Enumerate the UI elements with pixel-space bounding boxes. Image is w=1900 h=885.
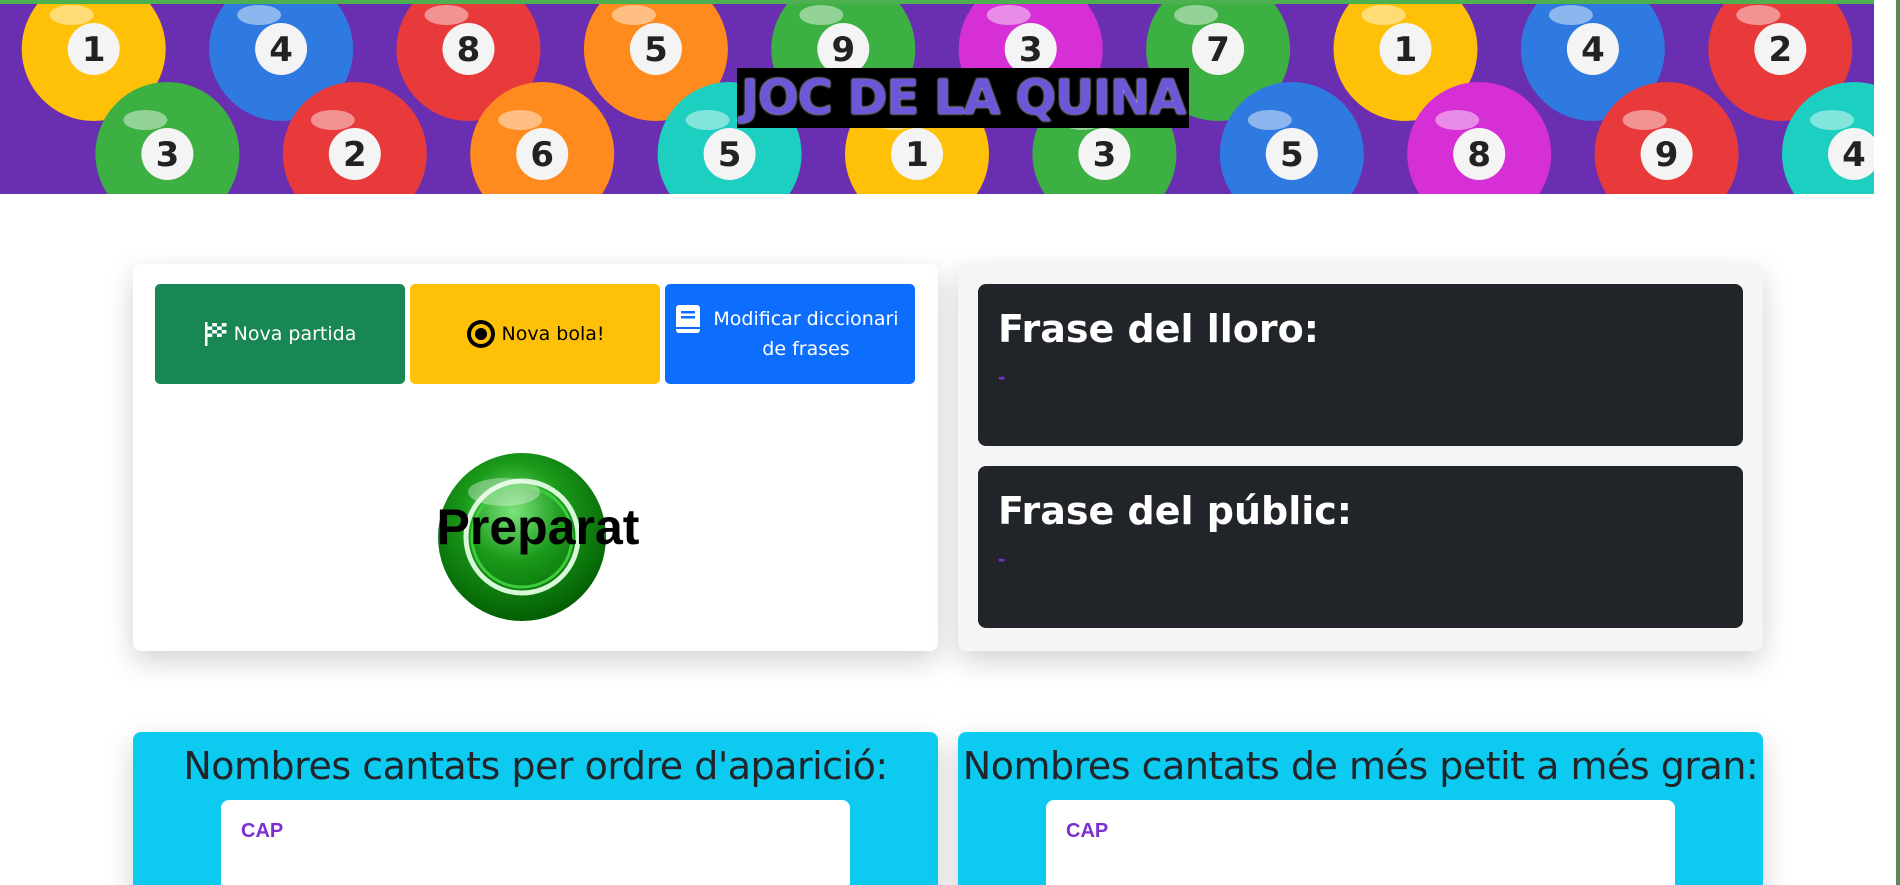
lottery-ball-number: 3 xyxy=(1019,30,1043,70)
lottery-ball-number: 5 xyxy=(644,30,668,70)
new-ball-label: Nova bola! xyxy=(501,323,605,345)
parrot-phrase-title: Frase del lloro: xyxy=(998,307,1319,351)
lottery-ball-number: 5 xyxy=(718,135,742,175)
public-phrase-panel: Frase del públic: - xyxy=(978,466,1743,628)
lottery-ball-number: 9 xyxy=(831,30,855,70)
numbers-by-order-title: Nombres cantats per ordre d'aparició: xyxy=(183,744,888,788)
lottery-ball-number: 3 xyxy=(156,135,180,175)
lottery-ball-number: 4 xyxy=(1842,135,1866,175)
new-game-label: Nova partida xyxy=(233,323,357,345)
lottery-ball-number: 4 xyxy=(269,30,293,70)
book-icon xyxy=(675,304,701,334)
record-icon xyxy=(466,319,496,349)
new-game-button[interactable]: Nova partida xyxy=(155,284,405,384)
lottery-ball-number: 3 xyxy=(1093,135,1117,175)
page-title: JOC DE LA QUINA xyxy=(737,68,1190,128)
numbers-sorted-card: Nombres cantats de més petit a més gran:… xyxy=(958,732,1763,885)
numbers-sorted-value: CAP xyxy=(1066,820,1109,842)
edit-dictionary-label: Modificar diccionari de frases xyxy=(713,308,899,360)
scrollbar[interactable] xyxy=(1874,0,1900,885)
lottery-ball-number: 2 xyxy=(1768,30,1792,70)
lottery-ball-number: 8 xyxy=(1467,135,1491,175)
public-phrase-value: - xyxy=(998,546,1006,571)
lottery-ball-number: 5 xyxy=(1280,135,1304,175)
lottery-ball-number: 1 xyxy=(82,30,106,70)
lottery-ball-number: 2 xyxy=(343,135,367,175)
parrot-phrase-panel: Frase del lloro: - xyxy=(978,284,1743,446)
scrollbar-thumb[interactable] xyxy=(1896,0,1900,885)
lottery-ball-number: 1 xyxy=(1394,30,1418,70)
numbers-by-order-box: CAP xyxy=(221,800,850,885)
numbers-sorted-box: CAP xyxy=(1046,800,1675,885)
edit-dictionary-button[interactable]: Modificar diccionari de frases xyxy=(665,284,915,384)
lottery-ball-number: 7 xyxy=(1206,30,1230,70)
new-ball-button[interactable]: Nova bola! xyxy=(410,284,660,384)
lottery-ball-number: 1 xyxy=(905,135,929,175)
lottery-ball-number: 9 xyxy=(1655,135,1679,175)
numbers-by-order-value: CAP xyxy=(241,820,284,842)
numbers-sorted-title: Nombres cantats de més petit a més gran: xyxy=(962,744,1759,788)
lottery-ball-number: 4 xyxy=(1581,30,1605,70)
banner: 1 4 8 5 9 3 7 1 4 2 3 2 6 5 1 3 5 8 9 4 JOC DE LA QUINA xyxy=(0,0,1874,194)
parrot-phrase-value: - xyxy=(998,364,1006,389)
phrases-card: Frase del lloro: - Frase del públic: - xyxy=(958,264,1763,651)
public-phrase-title: Frase del públic: xyxy=(998,489,1352,533)
controls-card: Nova partida Nova bola! Modificar diccio… xyxy=(133,264,938,651)
lottery-ball-number: 8 xyxy=(457,30,481,70)
ball-status-text: Preparat xyxy=(436,499,640,555)
numbers-by-order-card: Nombres cantats per ordre d'aparició: CA… xyxy=(133,732,938,885)
lottery-ball-number: 6 xyxy=(530,135,554,175)
flag-checkered-icon xyxy=(204,321,228,347)
